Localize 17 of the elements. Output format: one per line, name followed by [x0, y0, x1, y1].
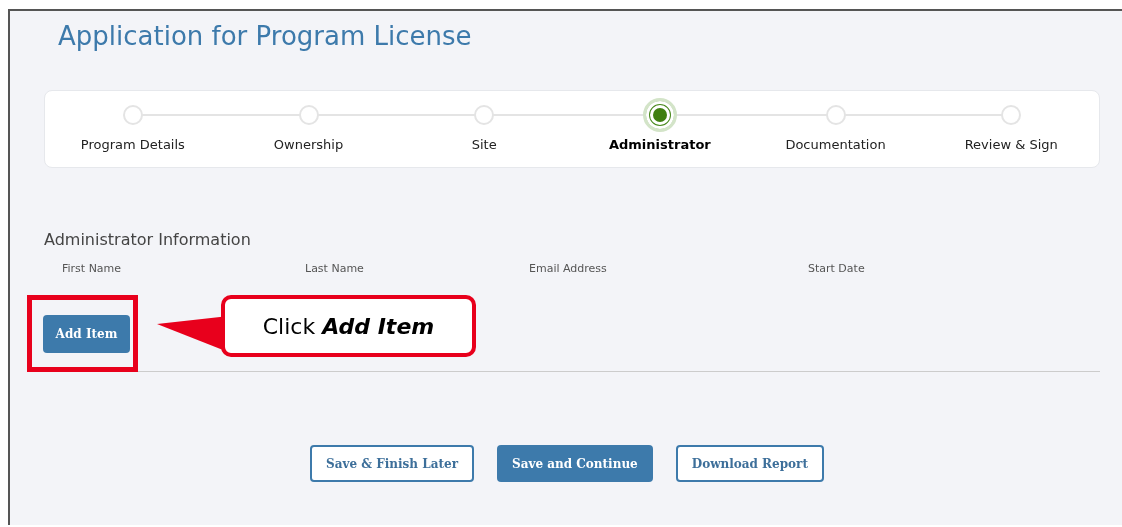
column-header: Email Address	[529, 262, 608, 275]
outline-button[interactable]: Download Report	[675, 445, 824, 482]
step-label[interactable]: Administrator	[608, 137, 711, 152]
column-header: Start Date	[808, 262, 866, 275]
primary-button[interactable]: Save and Continue	[497, 445, 653, 482]
step-label[interactable]: Program Details	[80, 137, 185, 152]
step-label[interactable]: Documentation	[785, 137, 886, 152]
outline-button[interactable]: Save & Finish Later	[310, 445, 474, 482]
add-item-button[interactable]: Add Item	[43, 315, 130, 353]
step-label[interactable]: Site	[471, 137, 497, 152]
step-label[interactable]: Review & Sign	[964, 137, 1058, 152]
callout-bubble: Click Add Item	[221, 295, 476, 357]
column-header: First Name	[62, 262, 123, 275]
section-heading: Administrator Information	[44, 230, 252, 249]
page-title: Application for Program License	[58, 20, 473, 53]
column-header: Last Name	[305, 262, 365, 275]
step-label[interactable]: Ownership	[273, 137, 344, 152]
